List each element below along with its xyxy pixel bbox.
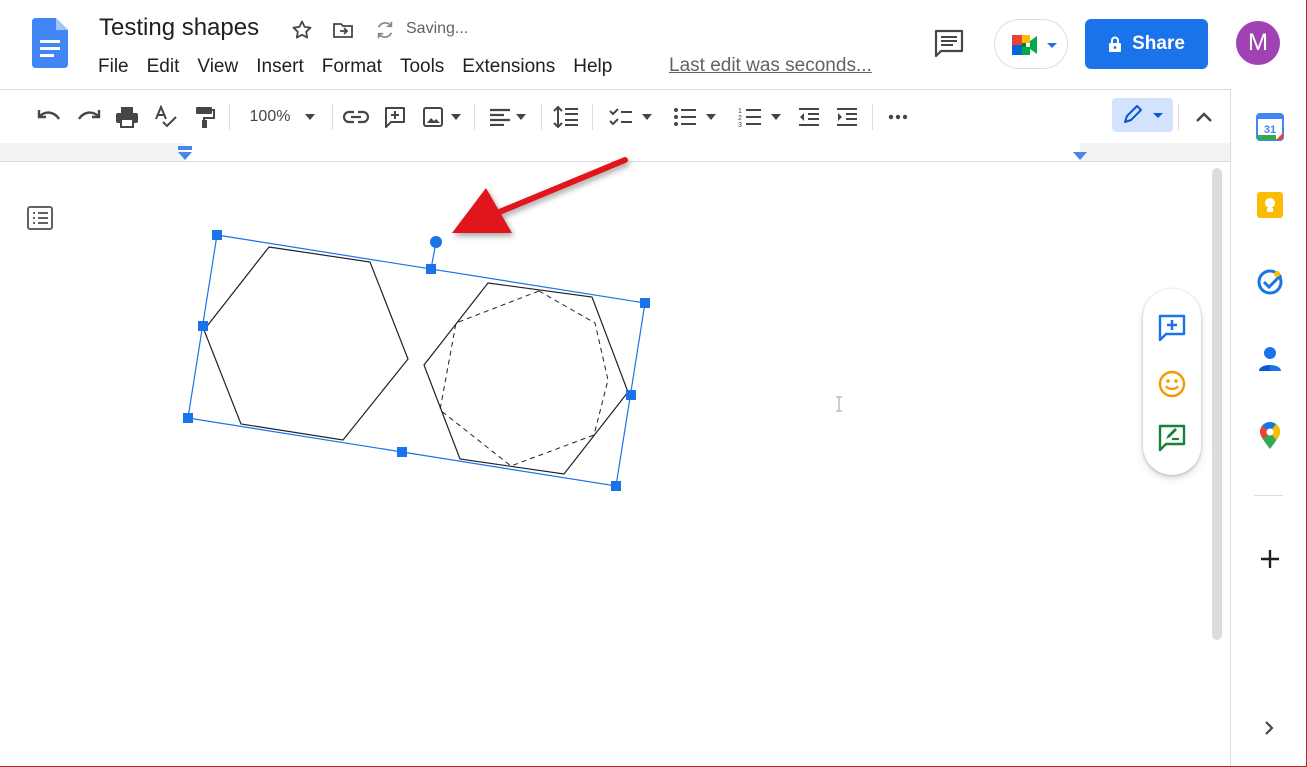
calendar-day: 31 (1264, 124, 1276, 136)
add-icon[interactable] (1258, 547, 1282, 571)
app-window: Testing shapes Saving... File Edit View … (0, 0, 1307, 767)
resize-handle[interactable] (426, 264, 436, 274)
suggest-edit-icon[interactable] (1157, 423, 1187, 453)
hexagon-shape[interactable] (423, 282, 629, 475)
tasks-icon[interactable] (1256, 268, 1284, 296)
expand-icon[interactable] (1262, 719, 1276, 737)
hexagon-shape[interactable] (203, 246, 409, 441)
emoji-icon[interactable] (1157, 369, 1187, 399)
floating-action-bar (1143, 289, 1201, 475)
text-cursor-icon (836, 396, 842, 412)
resize-handle[interactable] (183, 413, 193, 423)
side-panel-divider (1254, 495, 1283, 496)
contacts-icon[interactable] (1256, 345, 1284, 373)
resize-handle[interactable] (198, 321, 208, 331)
keep-icon[interactable] (1256, 191, 1284, 219)
vertical-scrollbar[interactable] (1212, 168, 1222, 640)
resize-handle[interactable] (626, 390, 636, 400)
resize-handle[interactable] (212, 230, 222, 240)
resize-handle[interactable] (640, 298, 650, 308)
resize-handle[interactable] (397, 447, 407, 457)
add-comment-icon[interactable] (1157, 313, 1187, 343)
avatar[interactable]: M (1236, 21, 1280, 65)
inserted-drawing[interactable] (203, 246, 629, 475)
calendar-icon[interactable]: 31 (1256, 113, 1284, 141)
maps-icon[interactable] (1258, 422, 1282, 450)
rotate-handle[interactable] (430, 236, 442, 248)
drawing-canvas (183, 157, 842, 491)
annotation-arrow (452, 157, 628, 233)
resize-handle[interactable] (611, 481, 621, 491)
